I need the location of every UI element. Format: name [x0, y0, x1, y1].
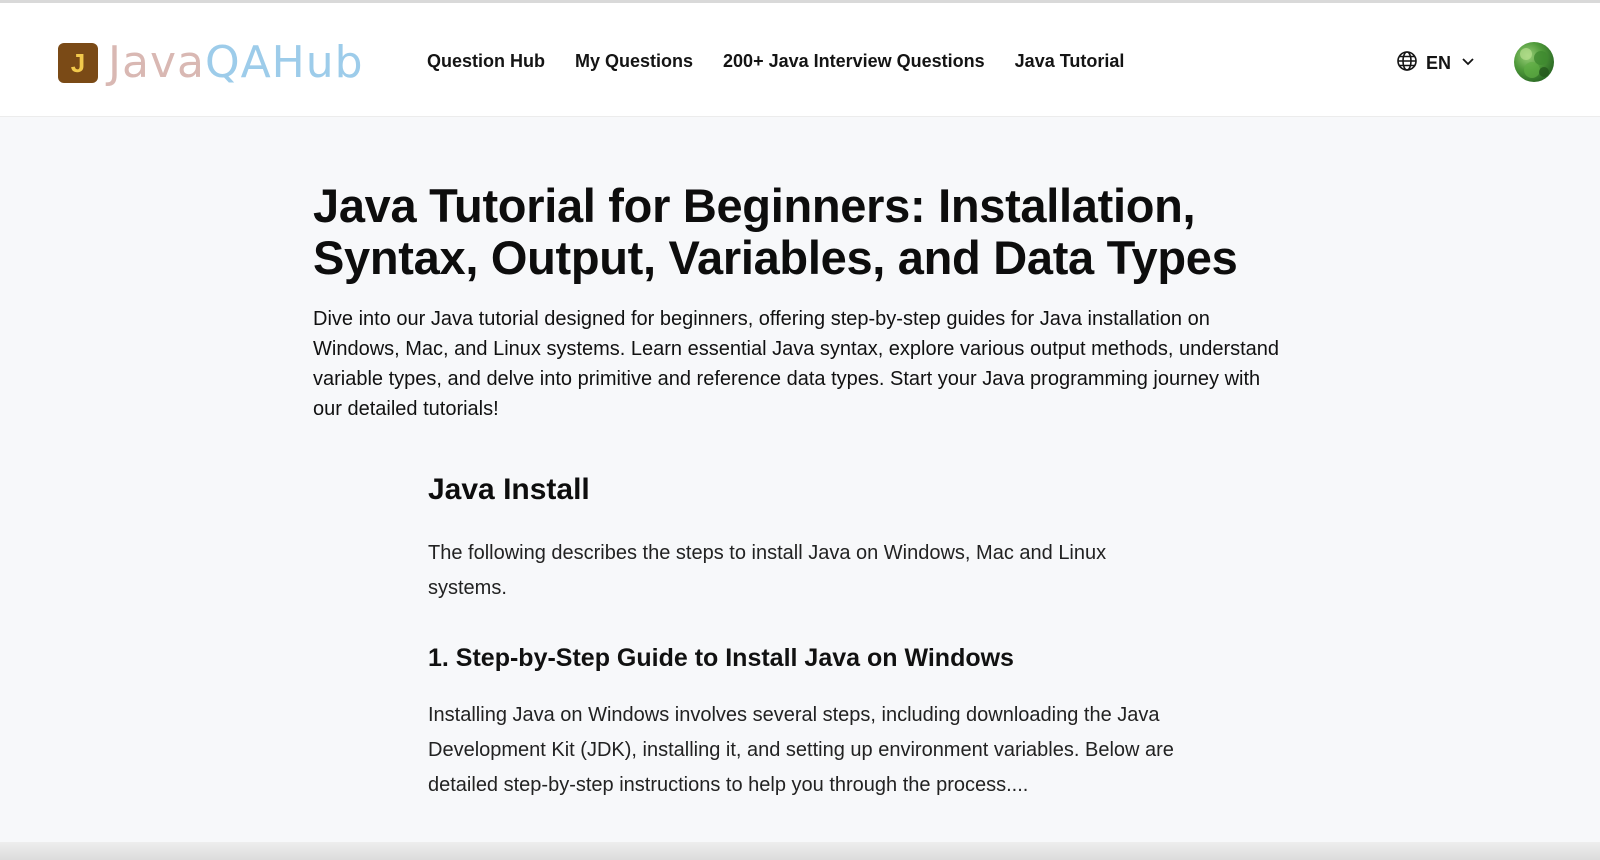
nav-java-tutorial[interactable]: Java Tutorial	[1015, 51, 1125, 72]
logo-text-java: Java	[108, 37, 205, 88]
section-text: Installing Java on Windows involves seve…	[428, 704, 1174, 796]
bottom-edge	[0, 842, 1600, 860]
page-header-section: Java Tutorial for Beginners: Installatio…	[313, 180, 1303, 424]
globe-icon	[1396, 50, 1418, 77]
article-heading[interactable]: Java Install	[428, 470, 1188, 510]
logo-text-qahub: QAHub	[204, 37, 364, 88]
page-title: Java Tutorial for Beginners: Installatio…	[313, 179, 1238, 284]
article-description: The following describes the steps to ins…	[428, 542, 1107, 599]
nav-my-questions[interactable]: My Questions	[575, 51, 693, 72]
main-nav: Question Hub My Questions 200+ Java Inte…	[427, 51, 1124, 72]
page-intro: Dive into our Java tutorial designed for…	[313, 308, 1280, 420]
user-avatar[interactable]	[1514, 42, 1554, 82]
language-selector[interactable]: EN	[1396, 50, 1477, 77]
nav-interview-questions[interactable]: 200+ Java Interview Questions	[723, 51, 985, 72]
nav-question-hub[interactable]: Question Hub	[427, 51, 545, 72]
article-card: Java Install The following describes the…	[428, 470, 1188, 803]
site-logo[interactable]: J Java QAHub	[58, 39, 364, 87]
logo-badge: J	[58, 43, 98, 83]
section-heading[interactable]: 1. Step-by-Step Guide to Install Java on…	[428, 642, 1188, 674]
language-label: EN	[1426, 53, 1452, 73]
chevron-down-icon	[1459, 52, 1477, 75]
site-header: J Java QAHub Question Hub My Questions 20…	[0, 3, 1600, 117]
